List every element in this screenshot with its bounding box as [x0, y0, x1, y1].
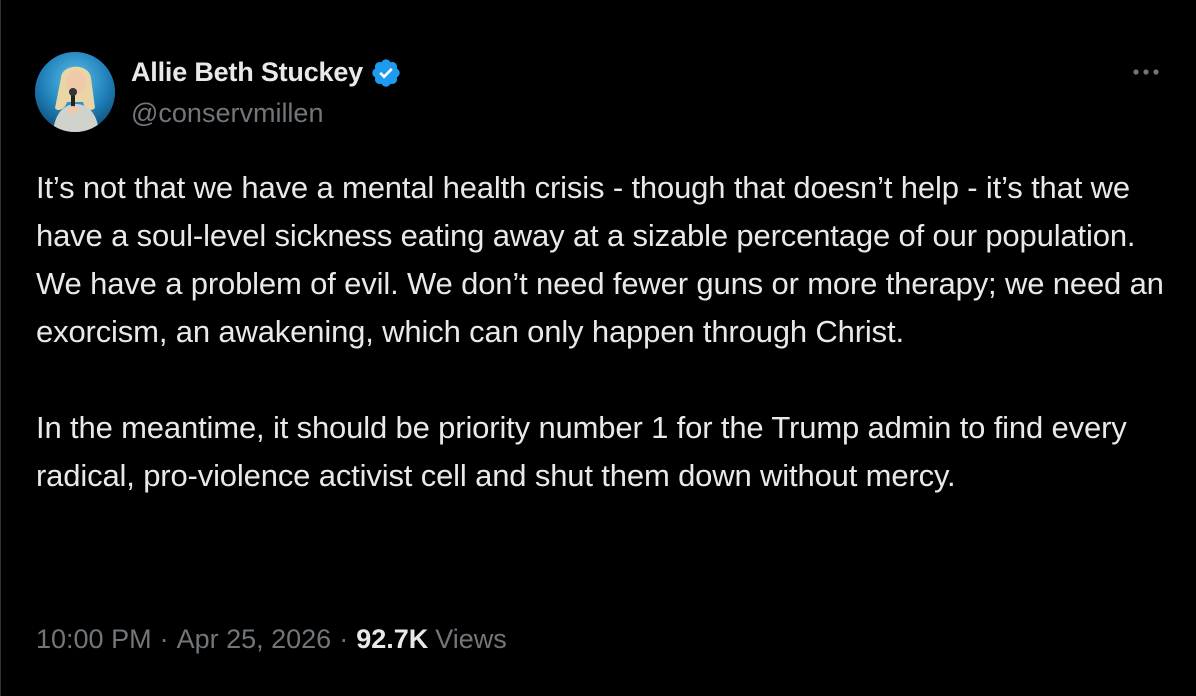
- tweet-header: Allie Beth Stuckey @conservmillen: [35, 52, 402, 132]
- views-label: Views: [435, 624, 507, 654]
- more-options-icon[interactable]: [1130, 62, 1162, 82]
- tweet-date[interactable]: Apr 25, 2026: [177, 624, 332, 655]
- name-row: Allie Beth Stuckey: [131, 56, 402, 90]
- tweet-paragraph: In the meantime, it should be priority n…: [36, 410, 1136, 493]
- tweet-paragraph: It’s not that we have a mental health cr…: [36, 170, 1173, 349]
- views-count[interactable]: 92.7K: [356, 624, 428, 655]
- tweet-card: Allie Beth Stuckey @conservmillen It’s n…: [0, 0, 1196, 696]
- author-avatar[interactable]: [35, 52, 115, 132]
- tweet-text: It’s not that we have a mental health cr…: [36, 164, 1176, 500]
- author-display-name[interactable]: Allie Beth Stuckey: [131, 57, 363, 88]
- author-identity: Allie Beth Stuckey @conservmillen: [131, 56, 402, 129]
- meta-separator: ·: [339, 624, 349, 654]
- author-handle[interactable]: @conservmillen: [131, 98, 402, 129]
- tweet-meta: 10:00 PM · Apr 25, 2026 · 92.7K Views: [36, 624, 507, 655]
- meta-separator: ·: [159, 624, 169, 654]
- tweet-time[interactable]: 10:00 PM: [36, 624, 152, 655]
- verified-badge-icon[interactable]: [370, 57, 402, 89]
- profile-photo-icon: [35, 52, 115, 132]
